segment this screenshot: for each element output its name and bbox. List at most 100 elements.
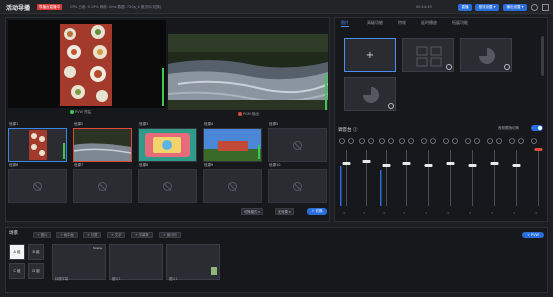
scene-card-label-2: 图片1 [112,277,121,281]
source-tile-9[interactable] [203,169,262,203]
effect-slot-3[interactable] [344,77,396,111]
pgm-label: PGM 输出 [238,112,259,117]
take-button[interactable]: + 切换 [307,208,327,215]
no-signal-icon [163,181,172,191]
source-title-10: 信源10 [269,163,281,167]
source-title-3: 信源3 [139,122,149,126]
settings-icon[interactable] [531,4,538,11]
audio-follow-label: 音频跟随切换 [498,126,519,130]
mixer-channels: ✕ ✕ ✕ ✕ ✕ ✕ ✕ ✕ ✕ ✕ [338,136,544,218]
source-river-thumbnail [73,129,132,161]
pie-effect-icon [479,48,510,70]
svg-text:✕: ✕ [383,211,386,215]
source-food-thumbnail [29,130,65,160]
push-settings-button[interactable]: 推流设置 ▾ [475,4,499,11]
add-text-tool[interactable]: + 文字 [107,232,126,238]
add-split-tool[interactable]: + 分屏 [83,232,102,238]
scene-group-c[interactable]: C 组 [9,263,25,279]
scene-card-label-1: 标题字幕 [55,277,69,281]
svg-text:✕: ✕ [343,211,346,215]
pvw-monitor[interactable] [8,20,166,108]
scene-thumbnail-icon [211,267,217,275]
audio-follow-toggle[interactable] [531,125,543,131]
fullscreen-icon[interactable] [542,4,549,11]
source-tile-1[interactable] [8,128,67,162]
no-signal-icon [98,181,107,191]
source-title-6: 信源6 [9,163,19,167]
add-image-tool[interactable]: + 图片 [33,232,52,238]
pvw-food-image [60,24,164,106]
add-to-pvw-button[interactable]: + PVW [522,232,544,238]
svg-text:✕: ✕ [535,211,538,215]
live-status-badge: 导播台直播中 [37,4,62,10]
no-signal-icon [293,140,302,150]
no-signal-icon [228,181,237,191]
pgm-dot-icon [238,112,242,116]
scene-card-title: Scene [93,246,103,250]
live-timer: 00:24:49 [416,5,432,9]
scene-card-1[interactable]: Scene [52,244,106,280]
layout-grid-icon [416,46,452,70]
no-signal-icon [293,181,302,191]
transition-mode-select[interactable]: 切换模式 ▾ [241,208,263,215]
svg-text:✕: ✕ [363,211,366,215]
source-title-8: 信源8 [139,163,149,167]
pie-effect-icon [363,87,394,109]
scene-group-a[interactable]: A 组 [9,244,25,260]
effect-select[interactable]: 无效果 ▾ [275,208,294,215]
pvw-dot-icon [70,110,74,114]
add-subtitle-tool[interactable]: + 字幕条 [131,232,153,238]
pgm-river-image [168,34,328,110]
source-title-7: 信源7 [74,163,84,167]
scene-group-b[interactable]: B 组 [28,244,44,260]
effect-slot-2[interactable] [460,38,512,72]
mixer-faders: ✕ ✕ ✕ ✕ ✕ ✕ ✕ ✕ ✕ ✕ [339,138,543,215]
scene-card-2[interactable] [109,244,163,280]
svg-text:✕: ✕ [513,211,516,215]
source-title-9: 信源9 [204,163,214,167]
pgm-monitor[interactable] [168,34,328,110]
scene-card-label-3: 图片1 [169,277,178,281]
tab-delay[interactable]: 延时播放 [421,20,437,26]
tab-effects[interactable]: 特效 [398,20,406,26]
source-title-1: 信源1 [9,122,19,126]
source-tile-10[interactable] [268,169,327,203]
tab-advanced[interactable]: 高级功能 [367,20,383,26]
source-building-thumbnail [204,129,261,161]
tab-extensions[interactable]: 拓展功能 [452,20,468,26]
source-tile-2[interactable] [73,128,132,162]
source-title-4: 信源4 [204,122,214,126]
source-tile-3[interactable] [138,128,197,162]
svg-text:✕: ✕ [403,211,406,215]
source-tile-5[interactable] [268,128,327,162]
effects-scrollbar[interactable] [541,36,544,76]
scene-label: 场景 [9,231,18,236]
scene-card-3[interactable] [166,244,220,280]
source-tile-7[interactable] [73,169,132,203]
no-signal-icon [33,181,42,191]
system-stats: CPU 占用: 9.19% 网络: 0ms 数据: 720p_4 推流中(切换) [70,5,162,9]
source-title-5: 信源5 [269,122,279,126]
effect-slot-1[interactable] [402,38,454,72]
svg-text:✕: ✕ [491,211,494,215]
scene-group-d[interactable]: D 组 [28,263,44,279]
source-colorful-thumbnail [139,129,196,161]
source-tile-8[interactable] [138,169,197,203]
source-tile-6[interactable] [8,169,67,203]
svg-text:✕: ✕ [447,211,450,215]
tab-images[interactable]: 图片 [341,20,349,27]
svg-text:✕: ✕ [469,211,472,215]
add-pip-tool[interactable]: + 画中画 [56,232,78,238]
output-settings-button[interactable]: 输出设置 ▾ [503,4,527,11]
pvw-label-text: PVW 预监 [75,110,92,114]
pgm-label-text: PGM 输出 [243,112,259,116]
add-effect-button[interactable]: + [344,38,396,72]
source-tile-4[interactable] [203,128,262,162]
pvw-label: PVW 预监 [70,110,91,115]
add-countdown-tool[interactable]: + 倒计时 [159,232,181,238]
app-title: 活动导播 [6,5,31,12]
live-button[interactable]: 直播 [458,4,472,11]
svg-text:✕: ✕ [425,211,428,215]
mixer-label: 调音台 ⓘ [338,128,358,133]
source-title-2: 信源2 [74,122,84,126]
